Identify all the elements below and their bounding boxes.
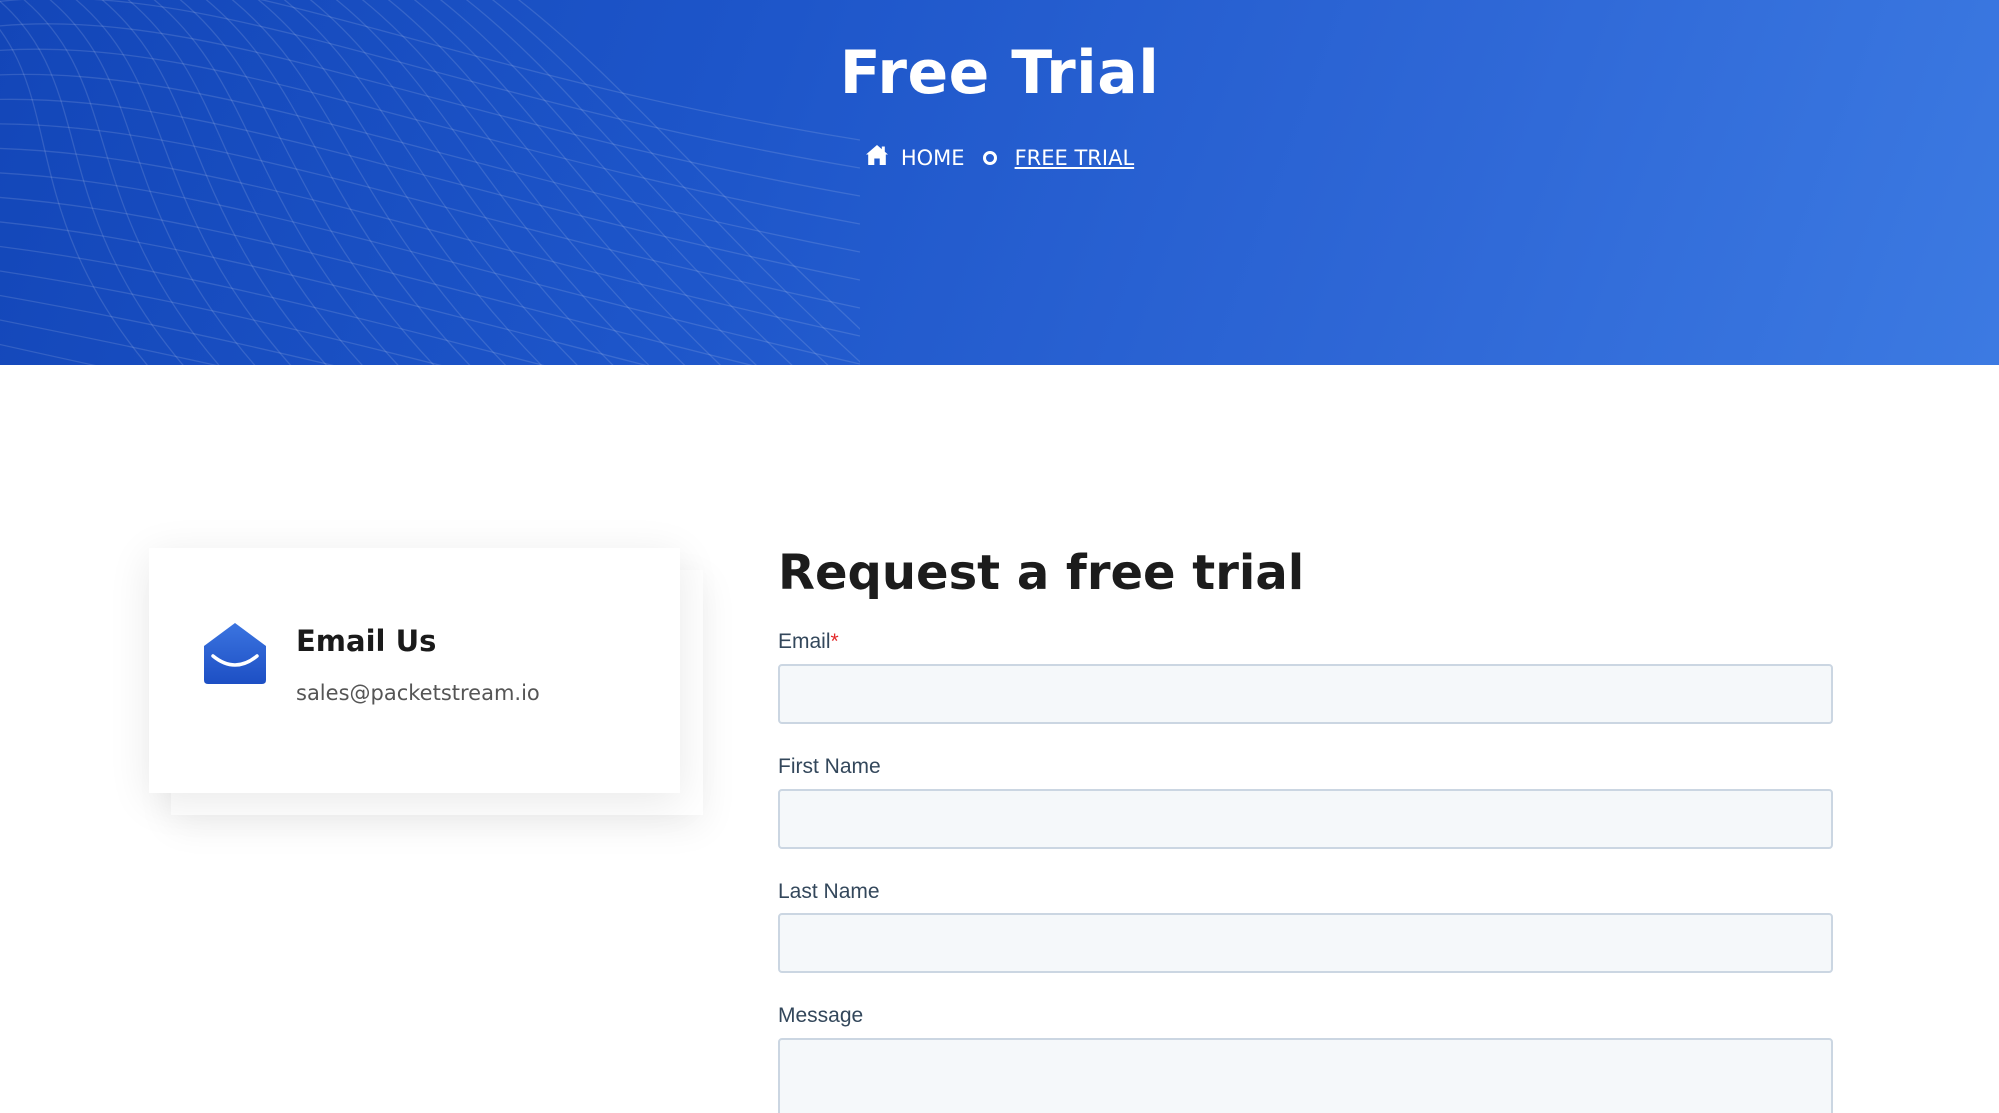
required-mark: * <box>830 630 839 653</box>
breadcrumb-home-label: HOME <box>900 145 965 170</box>
page-title: Free Trial <box>839 38 1160 108</box>
message-label: Message <box>778 1004 864 1027</box>
last-name-label: Last Name <box>778 880 880 903</box>
email-field[interactable] <box>778 664 1833 724</box>
open-envelope-icon <box>203 622 267 684</box>
last-name-field[interactable] <box>778 913 1833 973</box>
first-name-label: First Name <box>778 755 881 778</box>
circle-separator-icon <box>982 150 997 165</box>
page: Free Trial HOME FREE TRIAL Email Us sale… <box>0 0 1999 1113</box>
first-name-field[interactable] <box>778 789 1833 849</box>
contact-email-link[interactable]: sales@packetstream.io <box>296 681 540 705</box>
hero-banner: Free Trial HOME FREE TRIAL <box>0 0 1999 365</box>
email-label: Email* <box>778 630 839 654</box>
breadcrumb: HOME FREE TRIAL <box>0 144 1999 171</box>
form-heading: Request a free trial <box>778 545 1305 601</box>
breadcrumb-current-link[interactable]: FREE TRIAL <box>1015 146 1135 170</box>
breadcrumb-home-link[interactable]: HOME <box>865 144 965 171</box>
message-field[interactable] <box>778 1038 1833 1113</box>
email-label-text: Email <box>778 630 831 653</box>
contact-card: Email Us sales@packetstream.io <box>149 548 680 793</box>
contact-card-title: Email Us <box>296 624 437 658</box>
home-icon <box>865 144 889 171</box>
